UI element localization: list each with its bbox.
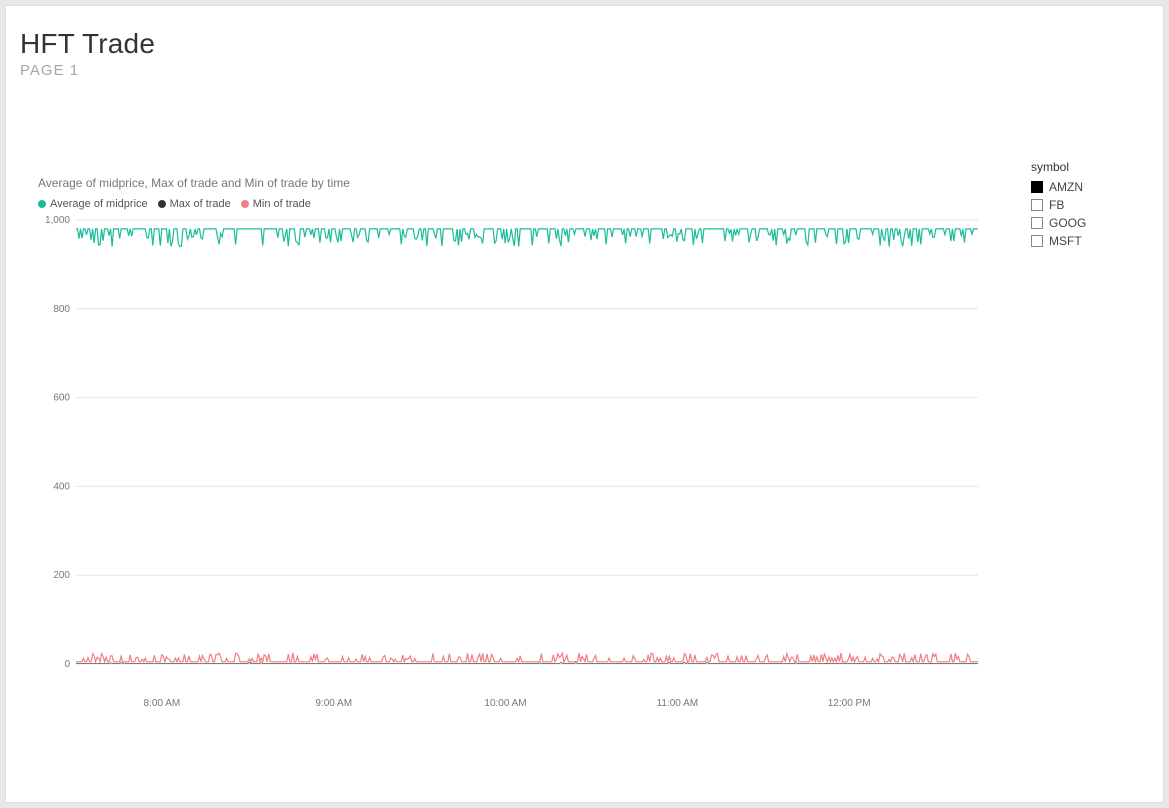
series-line xyxy=(76,653,978,662)
svg-text:8:00 AM: 8:00 AM xyxy=(144,698,181,709)
svg-text:1,000: 1,000 xyxy=(45,215,70,226)
title-block: HFT Trade PAGE 1 xyxy=(20,28,155,79)
svg-text:400: 400 xyxy=(53,481,70,492)
legend-swatch-max xyxy=(158,200,166,208)
legend-label-avg: Average of midprice xyxy=(50,198,148,210)
svg-text:10:00 AM: 10:00 AM xyxy=(484,698,526,709)
svg-text:0: 0 xyxy=(64,659,70,670)
slicer-item-goog[interactable]: GOOG xyxy=(1031,214,1141,232)
x-axis: 8:00 AM 9:00 AM 10:00 AM 11:00 AM 12:00 PM xyxy=(144,698,871,709)
series-line xyxy=(76,662,978,663)
legend-swatch-avg xyxy=(38,200,46,208)
svg-text:12:00 PM: 12:00 PM xyxy=(828,698,871,709)
svg-text:200: 200 xyxy=(53,570,70,581)
report-canvas: HFT Trade PAGE 1 Average of midprice, Ma… xyxy=(6,6,1163,802)
slicer-item-label: FB xyxy=(1049,196,1064,214)
report-subtitle: PAGE 1 xyxy=(20,62,155,79)
series-line xyxy=(76,229,978,247)
legend-label-min: Min of trade xyxy=(253,198,311,210)
checkbox-icon[interactable] xyxy=(1031,235,1043,247)
report-title: HFT Trade xyxy=(20,28,155,60)
symbol-slicer: symbol AMZNFBGOOGMSFT xyxy=(1031,160,1141,250)
slicer-item-label: AMZN xyxy=(1049,178,1083,196)
checkbox-icon[interactable] xyxy=(1031,181,1043,193)
legend-label-max: Max of trade xyxy=(170,198,231,210)
legend-item-max[interactable]: Max of trade xyxy=(158,198,231,210)
slicer-item-msft[interactable]: MSFT xyxy=(1031,232,1141,250)
slicer-item-amzn[interactable]: AMZN xyxy=(1031,178,1141,196)
svg-text:9:00 AM: 9:00 AM xyxy=(315,698,352,709)
legend-item-min[interactable]: Min of trade xyxy=(241,198,311,210)
chart-series xyxy=(76,229,978,664)
slicer-title: symbol xyxy=(1031,160,1141,174)
svg-text:600: 600 xyxy=(53,393,70,404)
svg-text:11:00 AM: 11:00 AM xyxy=(657,698,699,709)
slicer-item-label: MSFT xyxy=(1049,232,1082,250)
checkbox-icon[interactable] xyxy=(1031,217,1043,229)
legend-swatch-min xyxy=(241,200,249,208)
chart-plot-area[interactable]: 0 200 400 600 800 1,000 8:00 AM 9:00 AM 10:00 A… xyxy=(38,214,988,724)
slicer-item-fb[interactable]: FB xyxy=(1031,196,1141,214)
chart-title: Average of midprice, Max of trade and Mi… xyxy=(38,176,350,190)
svg-text:800: 800 xyxy=(53,304,70,315)
slicer-item-label: GOOG xyxy=(1049,214,1086,232)
chart-legend: Average of midprice Max of trade Min of … xyxy=(38,198,311,210)
y-axis: 0 200 400 600 800 1,000 xyxy=(45,215,978,670)
checkbox-icon[interactable] xyxy=(1031,199,1043,211)
legend-item-avg[interactable]: Average of midprice xyxy=(38,198,148,210)
